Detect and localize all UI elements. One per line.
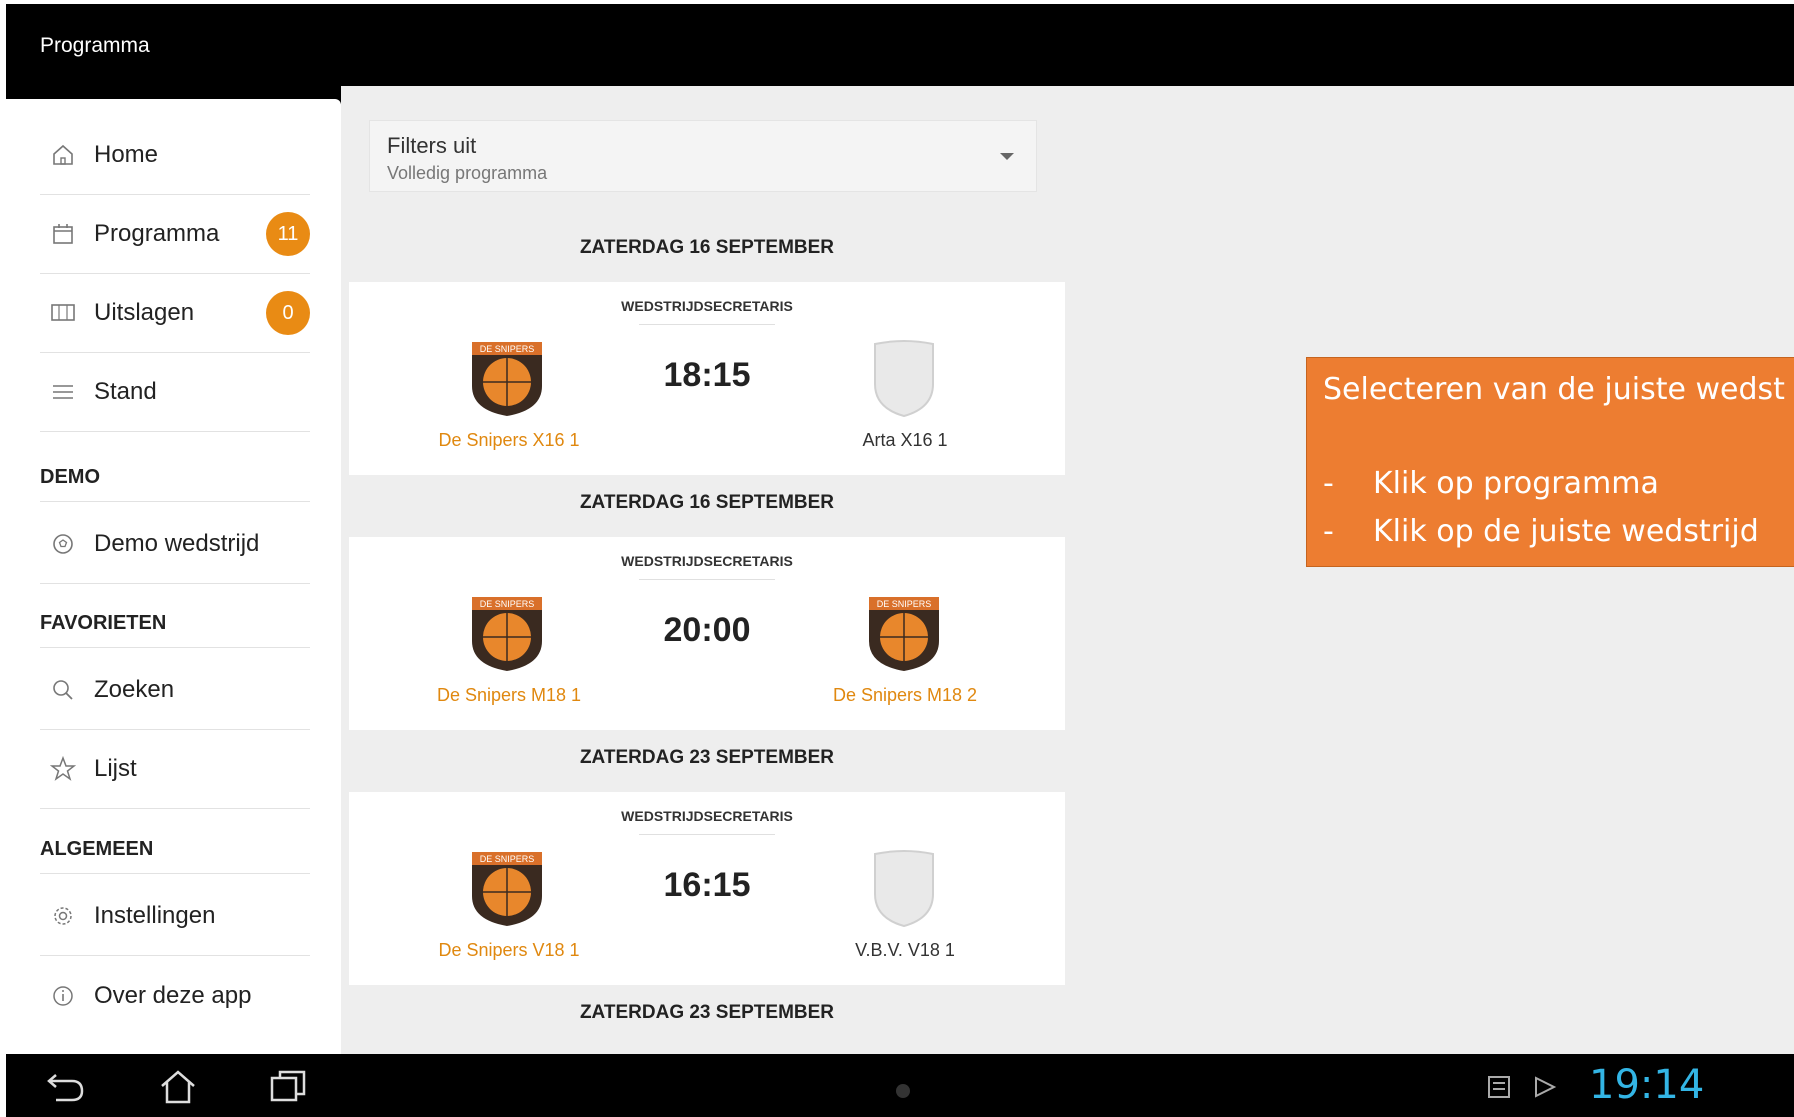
home-button[interactable] — [156, 1066, 200, 1106]
recent-apps-button[interactable] — [266, 1066, 310, 1106]
date-header: ZATERDAG 23 SEPTEMBER — [579, 747, 835, 768]
home-team-name: De Snipers V18 1 — [438, 940, 580, 960]
away-team-name: V.B.V. V18 1 — [855, 940, 955, 960]
home-team-name: De Snipers M18 1 — [436, 685, 582, 705]
dropdown-arrow-icon — [1000, 153, 1014, 160]
date-header: ZATERDAG 16 SEPTEMBER — [579, 492, 835, 513]
nav-item-label: Over deze app — [94, 981, 252, 1009]
nav-item-home[interactable]: Home — [40, 116, 310, 195]
divider — [639, 324, 775, 325]
filter-title: Filters uit — [387, 133, 477, 158]
back-icon — [47, 1074, 84, 1102]
nav-item-stand[interactable]: Stand — [40, 353, 310, 432]
away-team-name: Arta X16 1 — [862, 430, 948, 450]
match-time: 20:00 — [663, 611, 751, 649]
nav-item-demo-wedstrijd[interactable]: Demo wedstrijd — [40, 505, 310, 584]
nav-item-programma[interactable]: Programma 11 — [40, 195, 310, 274]
nav-item-label: Demo wedstrijd — [94, 530, 260, 557]
info-icon — [48, 981, 78, 1011]
match-time: 18:15 — [663, 356, 751, 394]
match-card[interactable]: WEDSTRIJDSECRETARIS DE SNIPERS 18:15 De … — [349, 282, 1065, 475]
match-role: WEDSTRIJDSECRETARIS — [621, 553, 793, 569]
search-icon — [48, 675, 78, 705]
instruction-callout: Selecteren van de juiste wedst - Klik op … — [1306, 357, 1794, 567]
home-icon — [48, 140, 78, 170]
calendar-icon — [48, 219, 78, 249]
match-role: WEDSTRIJDSECRETARIS — [621, 808, 793, 824]
tablet-screen: Programma Home Programma 11 Uitslagen 0 — [6, 4, 1794, 1117]
system-clock: 19:14 — [1589, 1062, 1705, 1108]
gear-icon — [48, 901, 78, 931]
filter-dropdown[interactable]: Filters uit Volledig programma — [369, 120, 1037, 192]
navigation-drawer: Home Programma 11 Uitslagen 0 Stand DEMO — [6, 99, 341, 1054]
home-team-name: De Snipers X16 1 — [438, 430, 580, 450]
callout-bullet: - Klik op de juiste wedstrijd — [1323, 514, 1759, 549]
team-logo-snipers: DE SNIPERS — [869, 597, 939, 671]
away-team-name: De Snipers M18 2 — [832, 685, 978, 705]
callout-heading: Selecteren van de juiste wedst — [1323, 372, 1785, 407]
nav-item-label: Uitslagen — [94, 299, 195, 326]
match-card[interactable]: WEDSTRIJDSECRETARIS DE SNIPERS 20:00 DE … — [349, 537, 1065, 730]
schedule-panel: Filters uit Volledig programma ZATERDAG … — [341, 86, 1794, 1054]
team-logo-placeholder — [874, 850, 934, 928]
home-nav-icon — [161, 1070, 195, 1104]
recent-apps-icon — [270, 1070, 306, 1102]
date-header: ZATERDAG 16 SEPTEMBER — [579, 237, 835, 258]
filter-subtitle: Volledig programma — [387, 163, 548, 183]
match-time: 16:15 — [663, 866, 751, 904]
match-role: WEDSTRIJDSECRETARIS — [621, 298, 793, 314]
nav-item-label: Lijst — [94, 755, 137, 782]
scoreboard-icon — [48, 298, 78, 328]
menu-dot-icon — [896, 1084, 910, 1098]
list-icon — [48, 377, 78, 407]
checkbox-icon — [1535, 1076, 1557, 1098]
nav-item-instellingen[interactable]: Instellingen — [40, 877, 310, 956]
app-bar: Programma — [6, 4, 1794, 86]
divider — [639, 834, 775, 835]
match-card[interactable]: WEDSTRIJDSECRETARIS DE SNIPERS 16:15 De … — [349, 792, 1065, 985]
nav-item-label: Instellingen — [94, 902, 216, 929]
nav-item-uitslagen[interactable]: Uitslagen 0 — [40, 274, 310, 353]
nav-item-over-deze-app[interactable]: Over deze app — [40, 956, 310, 1035]
notification-icon — [1488, 1076, 1510, 1098]
system-navigation-bar: 19:14 — [6, 1054, 1794, 1117]
status-icons — [1486, 1074, 1558, 1100]
count-badge: 0 — [266, 291, 310, 335]
nav-item-label: Programma — [94, 220, 220, 247]
count-badge: 11 — [266, 212, 310, 256]
page-title: Programma — [40, 34, 150, 57]
section-header-demo: DEMO — [40, 466, 310, 502]
section-header-algemeen: ALGEMEEN — [40, 838, 310, 874]
ball-icon — [48, 529, 78, 559]
svg-text:DE SNIPERS: DE SNIPERS — [480, 854, 535, 864]
section-header-favorieten: FAVORIETEN — [40, 612, 310, 648]
date-header: ZATERDAG 23 SEPTEMBER — [579, 1002, 835, 1023]
back-button[interactable] — [44, 1066, 88, 1106]
nav-item-zoeken[interactable]: Zoeken — [40, 651, 310, 730]
team-logo-placeholder — [874, 340, 934, 418]
nav-item-label: Zoeken — [94, 676, 175, 703]
divider — [639, 579, 775, 580]
svg-text:DE SNIPERS: DE SNIPERS — [480, 344, 535, 354]
star-icon — [48, 754, 78, 784]
svg-text:DE SNIPERS: DE SNIPERS — [877, 599, 932, 609]
nav-item-lijst[interactable]: Lijst — [40, 730, 310, 809]
nav-item-label: Home — [94, 141, 159, 168]
svg-text:DE SNIPERS: DE SNIPERS — [480, 599, 535, 609]
nav-item-label: Stand — [94, 378, 157, 405]
callout-bullet: - Klik op programma — [1323, 466, 1659, 501]
